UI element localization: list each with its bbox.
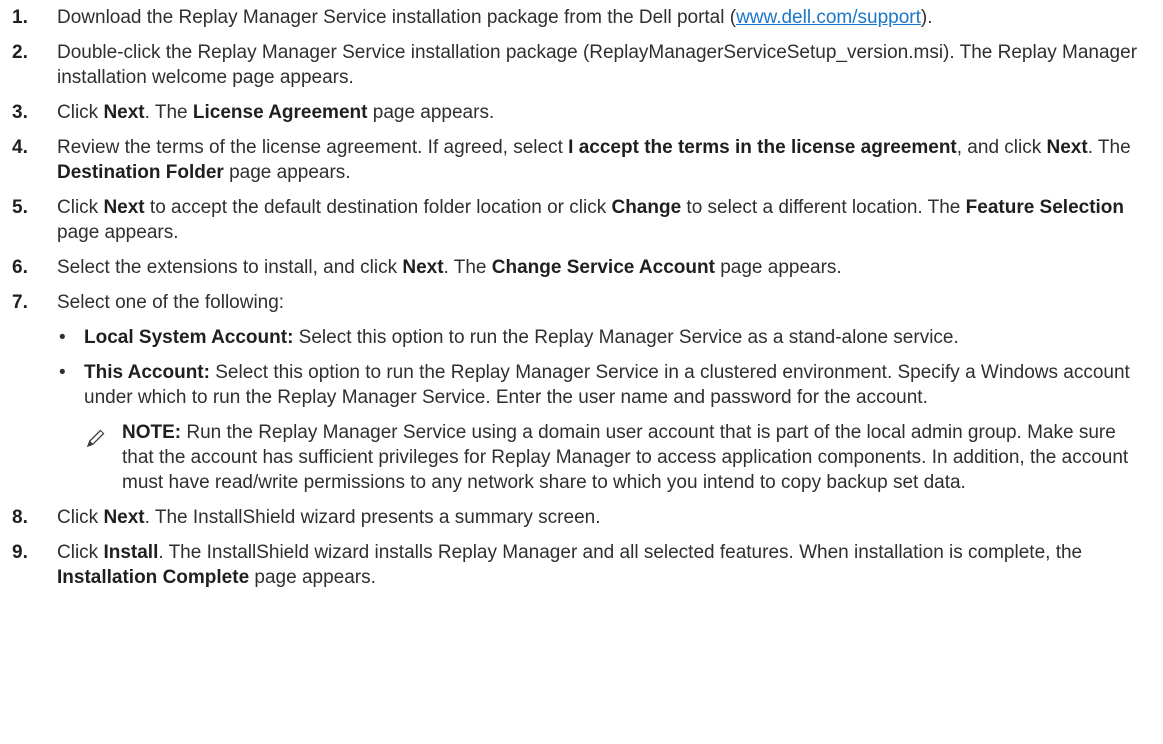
note-text: Run the Replay Manager Service using a d… bbox=[122, 422, 1129, 493]
note-label: NOTE: bbox=[122, 422, 182, 443]
ui-term: Feature Selection bbox=[965, 197, 1125, 218]
dell-support-link[interactable]: www.dell.com/support bbox=[736, 7, 921, 28]
step-text: page appears. bbox=[57, 222, 179, 243]
step-number: 5. bbox=[12, 197, 28, 218]
step-7: 7. Select one of the following: • Local … bbox=[12, 290, 1151, 495]
bullet: • bbox=[59, 327, 66, 348]
option-label: Local System Account: bbox=[84, 327, 294, 348]
option-label: This Account: bbox=[84, 362, 210, 383]
step-2: 2. Double-click the Replay Manager Servi… bbox=[12, 40, 1151, 90]
step-5: 5. Click Next to accept the default dest… bbox=[12, 195, 1151, 245]
bullet: • bbox=[59, 362, 66, 383]
step-text: page appears. bbox=[367, 102, 495, 123]
step-text: Double-click the Replay Manager Service … bbox=[57, 42, 1138, 88]
step-3: 3. Click Next. The License Agreement pag… bbox=[12, 100, 1151, 125]
ui-term: Next bbox=[103, 102, 145, 123]
document-page: 1. Download the Replay Manager Service i… bbox=[0, 0, 1163, 590]
account-options-list: • Local System Account: Select this opti… bbox=[57, 325, 1151, 410]
ui-term: Change bbox=[611, 197, 682, 218]
ui-term: Next bbox=[103, 507, 145, 528]
option-text: Select this option to run the Replay Man… bbox=[84, 362, 1130, 408]
step-text: page appears. bbox=[249, 567, 376, 588]
installation-steps-list: 1. Download the Replay Manager Service i… bbox=[12, 5, 1151, 590]
ui-term: Next bbox=[402, 257, 444, 278]
step-text: ). bbox=[920, 7, 933, 28]
step-text: to accept the default destination folder… bbox=[144, 197, 612, 218]
step-text: . The bbox=[144, 102, 193, 123]
step-text: . The bbox=[1087, 137, 1131, 158]
step-9: 9. Click Install. The InstallShield wiza… bbox=[12, 540, 1151, 590]
ui-term: Next bbox=[1046, 137, 1088, 158]
note-block: NOTE: Run the Replay Manager Service usi… bbox=[84, 420, 1151, 495]
step-text: , and click bbox=[956, 137, 1047, 158]
ui-term: Next bbox=[103, 197, 145, 218]
ui-term: License Agreement bbox=[192, 102, 368, 123]
step-text: Select one of the following: bbox=[57, 292, 285, 313]
step-number: 2. bbox=[12, 42, 28, 63]
step-text: page appears. bbox=[714, 257, 842, 278]
step-number: 1. bbox=[12, 7, 28, 28]
step-number: 3. bbox=[12, 102, 28, 123]
step-text: Click bbox=[57, 507, 104, 528]
step-1: 1. Download the Replay Manager Service i… bbox=[12, 5, 1151, 30]
option-local-system-account: • Local System Account: Select this opti… bbox=[57, 325, 1151, 350]
step-8: 8. Click Next. The InstallShield wizard … bbox=[12, 505, 1151, 530]
step-text: Click bbox=[57, 542, 104, 563]
option-this-account: • This Account: Select this option to ru… bbox=[57, 360, 1151, 410]
step-number: 7. bbox=[12, 292, 28, 313]
step-number: 9. bbox=[12, 542, 28, 563]
ui-term: Install bbox=[103, 542, 159, 563]
step-number: 4. bbox=[12, 137, 28, 158]
step-text: Select the extensions to install, and cl… bbox=[57, 257, 403, 278]
step-text: Click bbox=[57, 102, 104, 123]
step-text: Click bbox=[57, 197, 104, 218]
step-number: 8. bbox=[12, 507, 28, 528]
ui-term: Change Service Account bbox=[491, 257, 715, 278]
step-text: . The InstallShield wizard installs Repl… bbox=[158, 542, 1083, 563]
step-text: . The bbox=[443, 257, 492, 278]
pencil-note-icon bbox=[87, 429, 105, 447]
step-text: page appears. bbox=[223, 162, 351, 183]
ui-term: I accept the terms in the license agreem… bbox=[568, 137, 957, 158]
ui-term: Destination Folder bbox=[57, 162, 224, 183]
ui-term: Installation Complete bbox=[57, 567, 250, 588]
option-text: Select this option to run the Replay Man… bbox=[293, 327, 959, 348]
step-text: to select a different location. The bbox=[681, 197, 966, 218]
step-4: 4. Review the terms of the license agree… bbox=[12, 135, 1151, 185]
step-text: . The InstallShield wizard presents a su… bbox=[144, 507, 601, 528]
step-text: Review the terms of the license agreemen… bbox=[57, 137, 569, 158]
step-text: Download the Replay Manager Service inst… bbox=[57, 7, 737, 28]
step-6: 6. Select the extensions to install, and… bbox=[12, 255, 1151, 280]
step-number: 6. bbox=[12, 257, 28, 278]
